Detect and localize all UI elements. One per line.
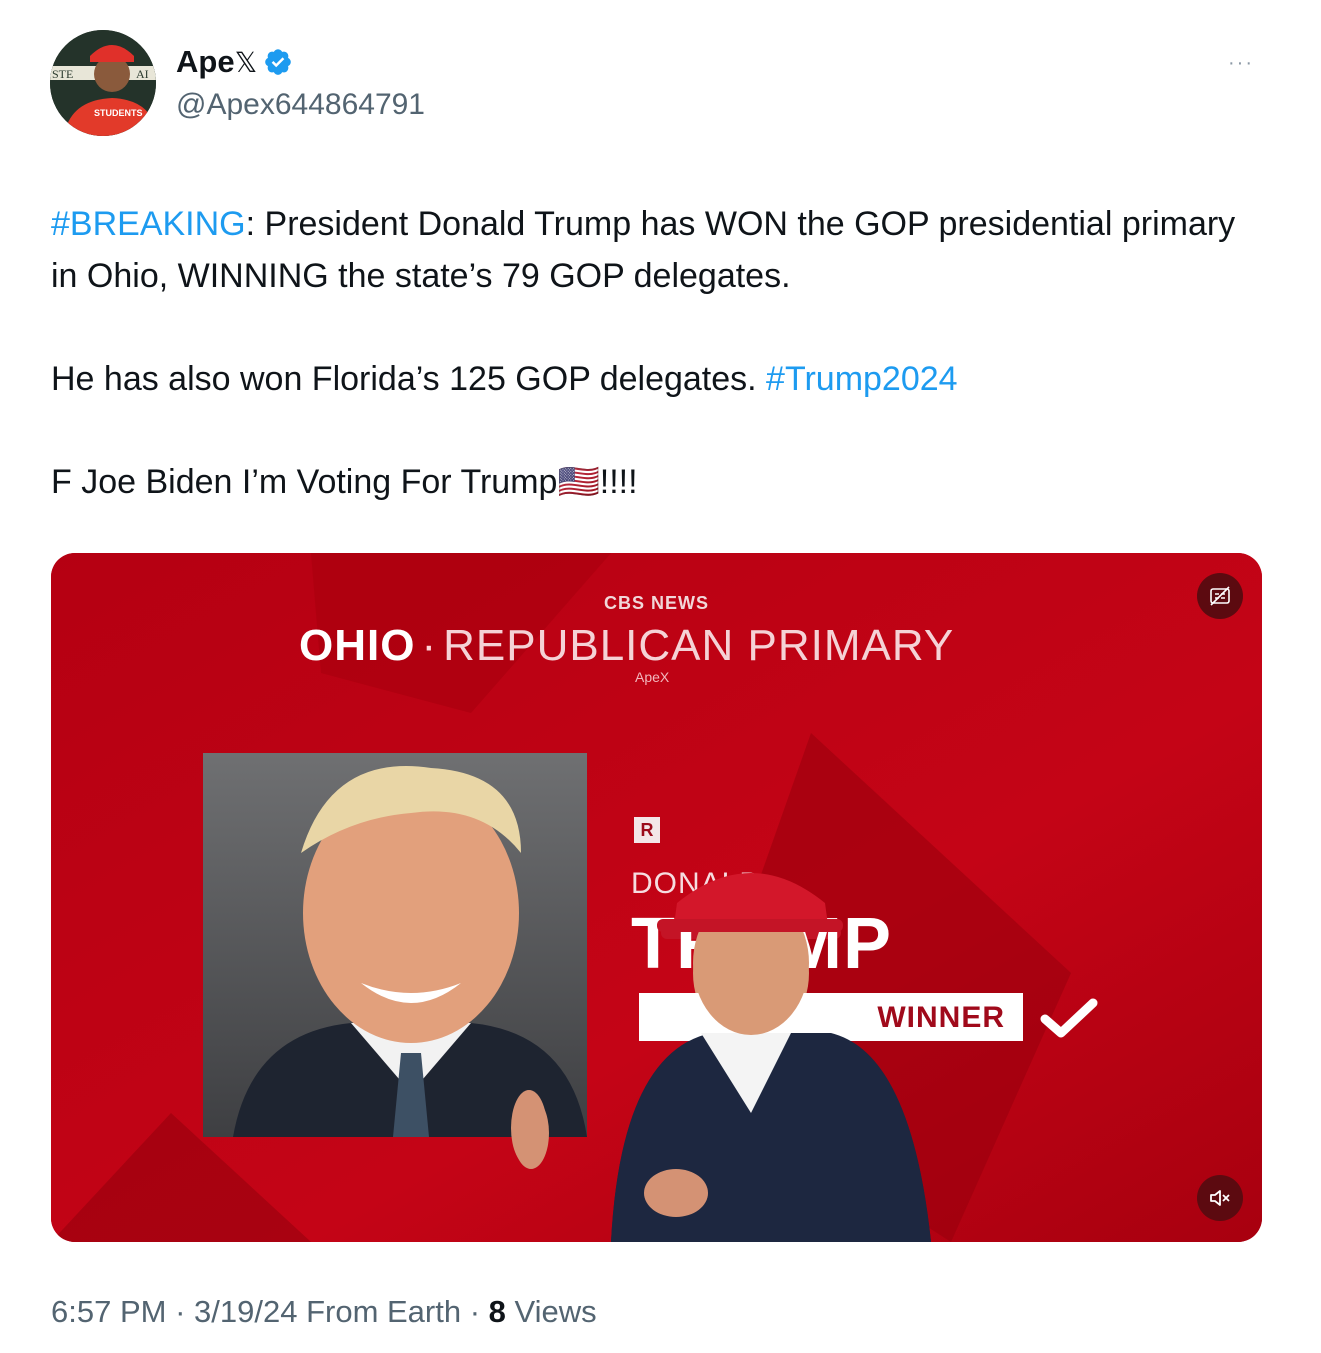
display-name[interactable]: Ape	[176, 44, 235, 80]
tweet-line-3-end: !!!!	[599, 463, 638, 501]
tweet-paragraph-3: F Joe Biden I’m Voting For Trump🇺🇸!!!!	[51, 456, 1261, 508]
volume-muted-icon	[1210, 1190, 1230, 1206]
author-avatar[interactable]: STE AI STUDENTS	[50, 30, 156, 136]
tweet-line-2-text: He has also won Florida’s 125 GOP delega…	[51, 360, 767, 398]
views-label: Views	[505, 1294, 597, 1329]
tweet-time[interactable]: 6:57 PM	[51, 1294, 166, 1329]
svg-text:AI: AI	[136, 67, 149, 81]
svg-text:STUDENTS: STUDENTS	[94, 108, 143, 118]
video-subject	[511, 873, 931, 1242]
hashtag-trump2024[interactable]: #Trump2024	[766, 360, 958, 398]
tweet-meta: 6:57 PM · 3/19/24 From Earth · 8 Views	[51, 1294, 597, 1330]
verified-badge-icon	[265, 49, 291, 75]
svg-text:STE: STE	[52, 67, 73, 81]
more-options-icon[interactable]: ···	[1228, 52, 1254, 75]
video-player[interactable]: CBS NEWS OHIO · REPUBLICAN PRIMARY ApeX R …	[51, 553, 1262, 1242]
tweet-paragraph-2: He has also won Florida’s 125 GOP delega…	[51, 353, 1261, 405]
mute-button[interactable]	[1197, 1175, 1243, 1221]
tweet-paragraph-1: #BREAKING: President Donald Trump has WO…	[51, 198, 1261, 302]
tweet-text: #BREAKING: President Donald Trump has WO…	[51, 198, 1261, 508]
views-count: 8	[488, 1294, 506, 1329]
captions-button[interactable]	[1197, 573, 1243, 619]
author-handle[interactable]: @Apex644864791	[176, 88, 425, 122]
x-glyph: 𝕏	[234, 46, 258, 78]
captions-off-icon	[1210, 586, 1230, 606]
meta-separator: ·	[461, 1294, 489, 1329]
meta-separator: ·	[166, 1294, 195, 1329]
author-name-row[interactable]: Ape 𝕏	[176, 44, 293, 80]
tweet-line-3-text: F Joe Biden I’m Voting For Trump	[51, 463, 558, 501]
hashtag-breaking[interactable]: #BREAKING	[51, 205, 246, 243]
tweet-date[interactable]: 3/19/24	[194, 1294, 297, 1329]
avatar-photo: STE AI STUDENTS	[50, 30, 156, 136]
tweet-source: From Earth	[297, 1294, 462, 1329]
us-flag-emoji: 🇺🇸	[557, 463, 600, 501]
